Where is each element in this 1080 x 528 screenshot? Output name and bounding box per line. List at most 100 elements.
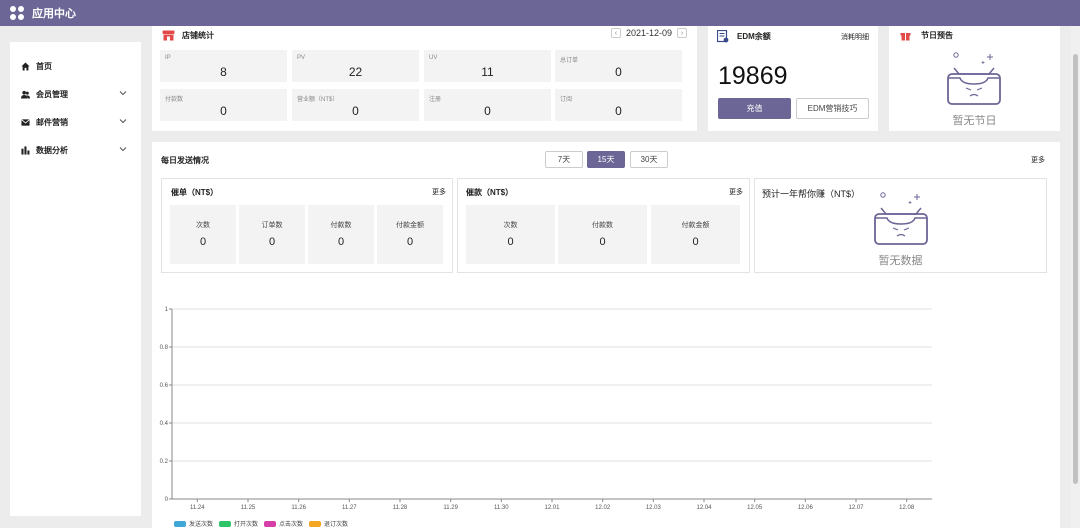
store-stats-card: 店铺统计 ‹ 2021-12-09 › IP 8 PV 22 UV 11 总订单… <box>152 26 697 131</box>
envelope-icon <box>21 118 30 126</box>
users-icon <box>21 90 30 99</box>
stat-total-orders: 总订单 0 <box>555 50 682 82</box>
sidebar-item-home[interactable]: 首页 <box>10 52 141 80</box>
legend-label: 退订次数 <box>324 522 349 528</box>
stat-label: PV <box>297 55 306 61</box>
y-tick-label: 0 <box>165 497 169 503</box>
date-navigator: ‹ 2021-12-09 › <box>610 28 687 38</box>
x-tick-label: 11.29 <box>443 505 458 511</box>
x-tick-label: 12.01 <box>544 505 560 511</box>
legend-item[interactable]: 发送次数 <box>174 519 213 528</box>
stat-label: 注册 <box>429 97 442 103</box>
home-icon <box>21 61 30 71</box>
x-tick-label: 11.27 <box>342 505 357 511</box>
store-stats-header: 店铺统计 <box>162 30 214 41</box>
holiday-header: 节日预告 <box>900 30 953 41</box>
store-stats-title: 店铺统计 <box>182 31 214 40</box>
x-tick-label: 11.24 <box>190 505 205 511</box>
stat-value: 0 <box>615 65 622 79</box>
stat-label: 营业额（NT$） <box>297 97 339 103</box>
y-tick-label: 1 <box>165 307 169 313</box>
recharge-button[interactable]: 充值 <box>718 98 791 119</box>
page-scrollbar[interactable] <box>1071 26 1080 528</box>
y-tick-label: 0.2 <box>160 459 169 465</box>
chart-legend: 发送次数 打开次数 点击次数 退订次数 <box>174 519 354 528</box>
next-date-button[interactable]: › <box>677 28 687 38</box>
edm-balance-card: EDM余额 消耗明细 19869 充值 EDM营销技巧 <box>708 26 878 131</box>
legend-swatch <box>309 520 322 527</box>
stat-revenue: 营业额（NT$） 0 <box>292 89 419 121</box>
prev-date-button[interactable]: ‹ <box>610 28 621 38</box>
y-tick-label: 0.6 <box>160 383 169 389</box>
stat-payments: 付款数 0 <box>160 89 287 121</box>
current-date: 2021-12-09 <box>625 28 672 38</box>
stat-value: 8 <box>220 65 227 79</box>
legend-label: 点击次数 <box>279 522 304 528</box>
edm-tips-button[interactable]: EDM营销技巧 <box>796 98 869 119</box>
app-title: 应用中心 <box>32 8 76 20</box>
legend-swatch <box>264 520 277 527</box>
sidebar-item-label: 会员管理 <box>36 89 68 99</box>
x-tick-label: 11.30 <box>494 505 509 511</box>
holiday-empty-text: 暂无节日 <box>952 115 997 127</box>
stat-value: 0 <box>484 104 491 118</box>
app-logo-icon <box>10 6 24 20</box>
x-tick-label: 12.07 <box>848 505 864 511</box>
chevron-down-icon <box>119 119 127 124</box>
empty-box-icon <box>947 52 1001 105</box>
x-tick-label: 11.25 <box>241 505 256 511</box>
legend-label: 打开次数 <box>234 522 259 528</box>
x-tick-label: 12.03 <box>646 505 662 511</box>
scrollbar-thumb[interactable] <box>1073 54 1078 484</box>
document-icon <box>717 30 729 43</box>
stat-ip: IP 8 <box>160 50 287 82</box>
chevron-down-icon <box>119 91 127 96</box>
x-tick-label: 12.08 <box>899 505 915 511</box>
stat-pv: PV 22 <box>292 50 419 82</box>
sidebar: 首页 会员管理 邮件营销 数据分析 <box>10 42 141 516</box>
x-tick-label: 11.26 <box>291 505 306 511</box>
y-tick-label: 0.4 <box>160 421 169 427</box>
edm-detail-link[interactable]: 消耗明细 <box>841 32 869 42</box>
stat-value: 0 <box>352 104 359 118</box>
y-tick-label: 0.8 <box>160 345 169 351</box>
stat-label: UV <box>429 55 438 61</box>
edm-balance-value: 19869 <box>718 62 788 90</box>
sidebar-item-label: 数据分析 <box>36 145 68 155</box>
legend-item[interactable]: 点击次数 <box>264 519 303 528</box>
sidebar-item-email-marketing[interactable]: 邮件营销 <box>10 108 141 136</box>
stat-value: 0 <box>615 104 622 118</box>
x-tick-label: 12.02 <box>595 505 611 511</box>
daily-send-chart: 0 0.2 0.4 0.6 0.8 1 11.24 11.25 11.26 11.27 11.28 1… <box>160 307 932 511</box>
chevron-down-icon <box>119 147 127 152</box>
stat-subscriptions: 订阅 0 <box>555 89 682 121</box>
sidebar-item-label: 首页 <box>36 61 52 71</box>
stat-value: 0 <box>220 104 227 118</box>
holiday-card: 节日预告 暂无节日 <box>889 26 1060 131</box>
stat-value: 11 <box>481 65 494 79</box>
gift-icon <box>900 33 911 41</box>
stat-value: 22 <box>348 65 363 79</box>
sidebar-item-data-analysis[interactable]: 数据分析 <box>10 136 141 164</box>
daily-stats-card: 每日发送情况 7天 15天 30天 更多 催单（NT$） 更多 次数 0 订单数… <box>152 142 1060 528</box>
x-tick-label: 12.05 <box>747 505 763 511</box>
edm-title: EDM余额 <box>737 32 771 41</box>
stat-registrations: 注册 0 <box>424 89 551 121</box>
stat-uv: UV 11 <box>424 50 551 82</box>
edm-header: EDM余额 <box>717 30 771 43</box>
legend-label: 发送次数 <box>189 522 214 528</box>
legend-item[interactable]: 打开次数 <box>219 519 258 528</box>
x-tick-label: 11.28 <box>393 505 408 511</box>
store-icon <box>162 30 175 41</box>
legend-swatch <box>174 520 186 527</box>
top-bar: 应用中心 <box>0 0 1080 26</box>
sidebar-item-members[interactable]: 会员管理 <box>10 80 141 108</box>
stat-label: IP <box>165 55 171 61</box>
stat-label: 订阅 <box>560 97 573 103</box>
x-tick-label: 12.06 <box>798 505 814 511</box>
legend-item[interactable]: 退订次数 <box>309 519 348 528</box>
sidebar-item-label: 邮件营销 <box>36 117 68 127</box>
legend-swatch <box>219 520 232 527</box>
stat-label: 付款数 <box>165 97 184 103</box>
x-tick-label: 12.04 <box>696 505 712 511</box>
